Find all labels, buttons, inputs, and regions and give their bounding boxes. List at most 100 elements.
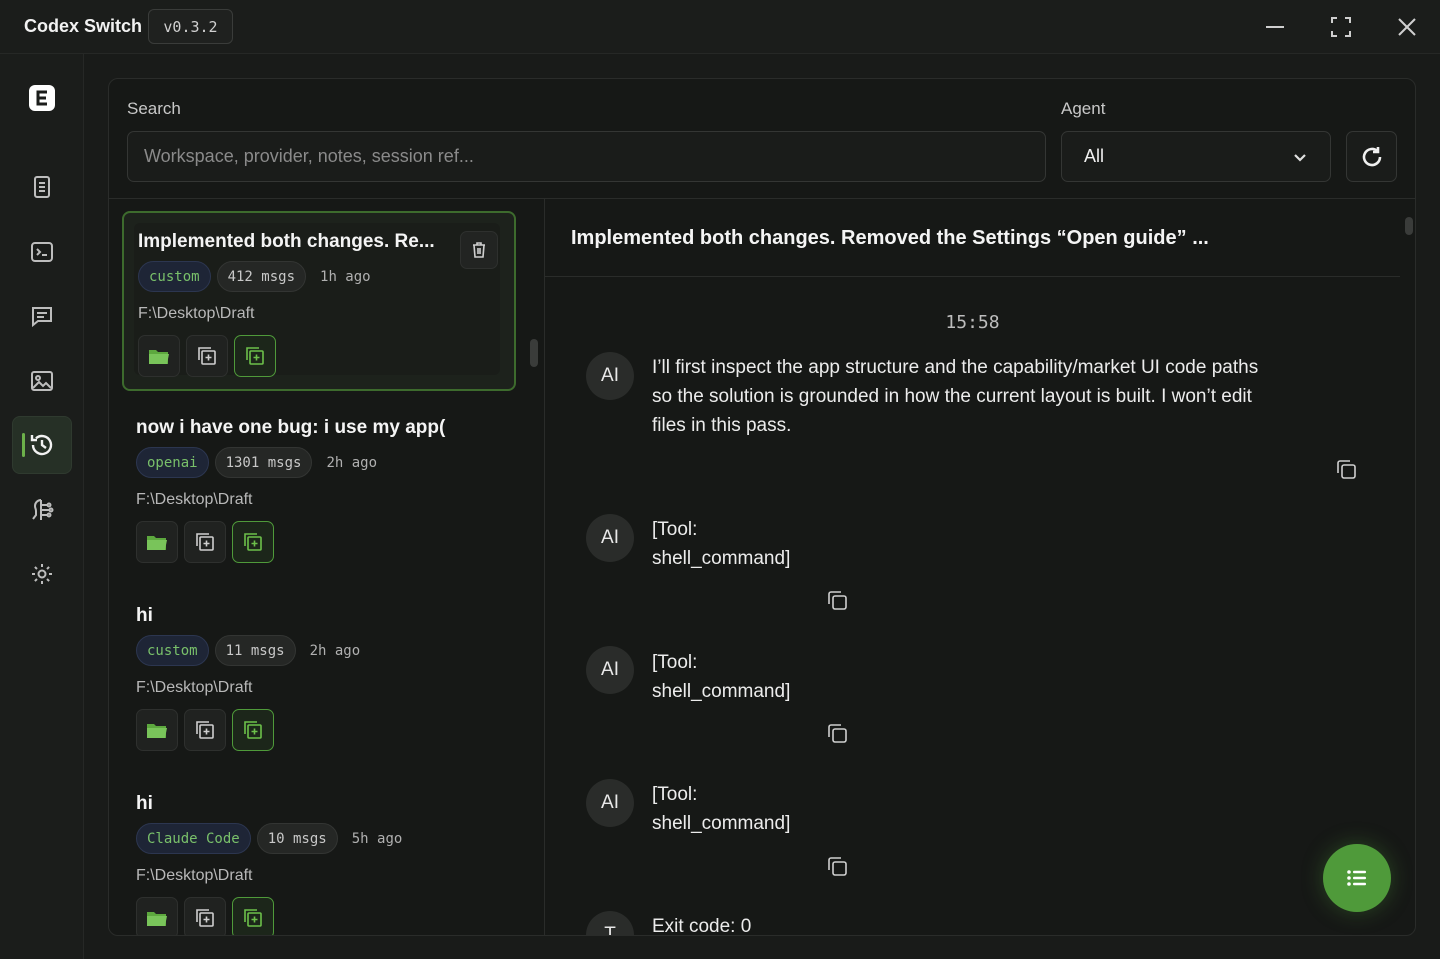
avatar: T [586, 911, 634, 935]
session-tags: custom 11 msgs 2h ago [136, 635, 360, 666]
message-text: Exit code: 0 [652, 912, 752, 936]
session-actions [136, 521, 274, 563]
sidebar-item-skills[interactable] [12, 481, 72, 539]
list-scrollbar-thumb[interactable] [530, 339, 538, 367]
message-text: I’ll first inspect the app structure and… [652, 353, 1258, 440]
avatar: AI [586, 646, 634, 694]
search-input[interactable]: Workspace, provider, notes, session ref.… [127, 131, 1046, 182]
session-tags: Claude Code 10 msgs 5h ago [136, 823, 402, 854]
open-folder-button[interactable] [138, 335, 180, 377]
duplicate-button[interactable] [186, 335, 228, 377]
minimize-icon [1266, 26, 1284, 28]
sessions-panel: Search Workspace, provider, notes, sessi… [108, 78, 1416, 936]
maximize-button[interactable] [1326, 12, 1356, 42]
open-folder-button[interactable] [136, 897, 178, 935]
sidebar-item-settings[interactable] [12, 545, 72, 603]
chevron-down-icon [1294, 153, 1306, 162]
message-text: [Tool: shell_command] [652, 648, 790, 706]
message-timestamp: 15:58 [945, 312, 1000, 333]
message-line: I’ll first inspect the app structure and… [652, 357, 1259, 378]
sidebar-item-images[interactable] [12, 352, 72, 410]
session-path: F:\Desktop\Draft [136, 679, 253, 696]
brain-icon [32, 499, 54, 520]
session-title: now i have one bug: i use my app( [136, 417, 446, 438]
avatar: AI [586, 779, 634, 827]
new-session-button[interactable] [232, 709, 274, 751]
copy-plus-icon [196, 721, 214, 739]
sidebar-item-chat[interactable] [12, 287, 72, 345]
message-count-badge: 10 msgs [256, 823, 338, 854]
duplicate-button[interactable] [184, 709, 226, 751]
agent-select[interactable]: All [1061, 131, 1331, 182]
message-text: [Tool: shell_command] [652, 780, 790, 838]
copy-button[interactable] [1333, 456, 1359, 482]
avatar: AI [586, 514, 634, 562]
session-path: F:\Desktop\Draft [138, 305, 255, 322]
search-label: Search [127, 99, 181, 118]
close-button[interactable] [1392, 12, 1422, 42]
conversation-scrollbar-thumb[interactable] [1405, 217, 1413, 235]
outline-toggle-button[interactable] [1323, 844, 1391, 912]
terminal-icon [31, 242, 53, 262]
new-session-button[interactable] [232, 897, 274, 935]
session-tags: openai 1301 msgs 2h ago [136, 447, 377, 478]
minimize-button[interactable] [1260, 12, 1290, 42]
copy-plus-icon [196, 909, 214, 927]
open-folder-button[interactable] [136, 709, 178, 751]
open-folder-button[interactable] [136, 521, 178, 563]
message-line: shell_command] [652, 813, 791, 834]
new-session-button[interactable] [234, 335, 276, 377]
add-copy-icon [244, 721, 262, 739]
message-line: Exit code: 0 [652, 916, 752, 936]
sidebar-item-terminal[interactable] [12, 223, 72, 281]
provider-badge: custom [138, 261, 211, 292]
agent-label: Agent [1061, 99, 1106, 118]
conversation-divider [545, 276, 1400, 277]
new-session-button[interactable] [232, 521, 274, 563]
session-actions [138, 335, 276, 377]
delete-session-button[interactable] [460, 231, 498, 269]
sidebar-item-history[interactable] [12, 416, 72, 474]
session-time: 1h ago [320, 268, 371, 285]
list-icon [1347, 870, 1366, 886]
folder-icon [147, 724, 167, 738]
copy-icon [828, 591, 847, 610]
search-placeholder: Workspace, provider, notes, session ref.… [144, 146, 474, 166]
session-card[interactable]: hi custom 11 msgs 2h ago F:\Desktop\Draf… [122, 587, 516, 767]
copy-button[interactable] [824, 720, 850, 746]
session-actions [136, 897, 274, 935]
session-card[interactable]: hi Claude Code 10 msgs 5h ago F:\Desktop… [122, 775, 516, 935]
session-time: 2h ago [326, 454, 378, 471]
message-line: files in this pass. [652, 415, 792, 436]
agent-select-value: All [1084, 146, 1105, 166]
session-title: Implemented both changes. Re... [138, 231, 435, 252]
provider-badge: Claude Code [136, 823, 251, 854]
session-path: F:\Desktop\Draft [136, 867, 253, 884]
message-line: shell_command] [652, 681, 791, 702]
session-list: Implemented both changes. Re... custom 4… [109, 199, 544, 935]
app-title: Codex Switch [24, 16, 143, 36]
folder-icon [149, 350, 169, 364]
duplicate-button[interactable] [184, 521, 226, 563]
session-card[interactable]: now i have one bug: i use my app( openai… [122, 399, 516, 579]
sidebar-item-documents[interactable] [12, 158, 72, 216]
session-card[interactable]: Implemented both changes. Re... custom 4… [122, 211, 516, 391]
message-line: so the solution is grounded in how the c… [652, 386, 1252, 407]
duplicate-button[interactable] [184, 897, 226, 935]
copy-button[interactable] [824, 587, 850, 613]
document-icon [34, 176, 50, 198]
message-line: [Tool: [652, 519, 698, 540]
add-copy-icon [244, 533, 262, 551]
message-count-badge: 1301 msgs [214, 447, 313, 478]
refresh-button[interactable] [1346, 131, 1397, 182]
gear-icon [32, 564, 52, 584]
trash-icon [473, 242, 485, 258]
sidebar [0, 54, 84, 959]
message-count-badge: 412 msgs [216, 261, 307, 292]
message-count-badge: 11 msgs [214, 635, 296, 666]
session-title: hi [136, 793, 153, 814]
maximize-icon [1331, 17, 1351, 37]
copy-button[interactable] [824, 853, 850, 879]
close-icon [1398, 18, 1416, 36]
avatar: AI [586, 352, 634, 400]
